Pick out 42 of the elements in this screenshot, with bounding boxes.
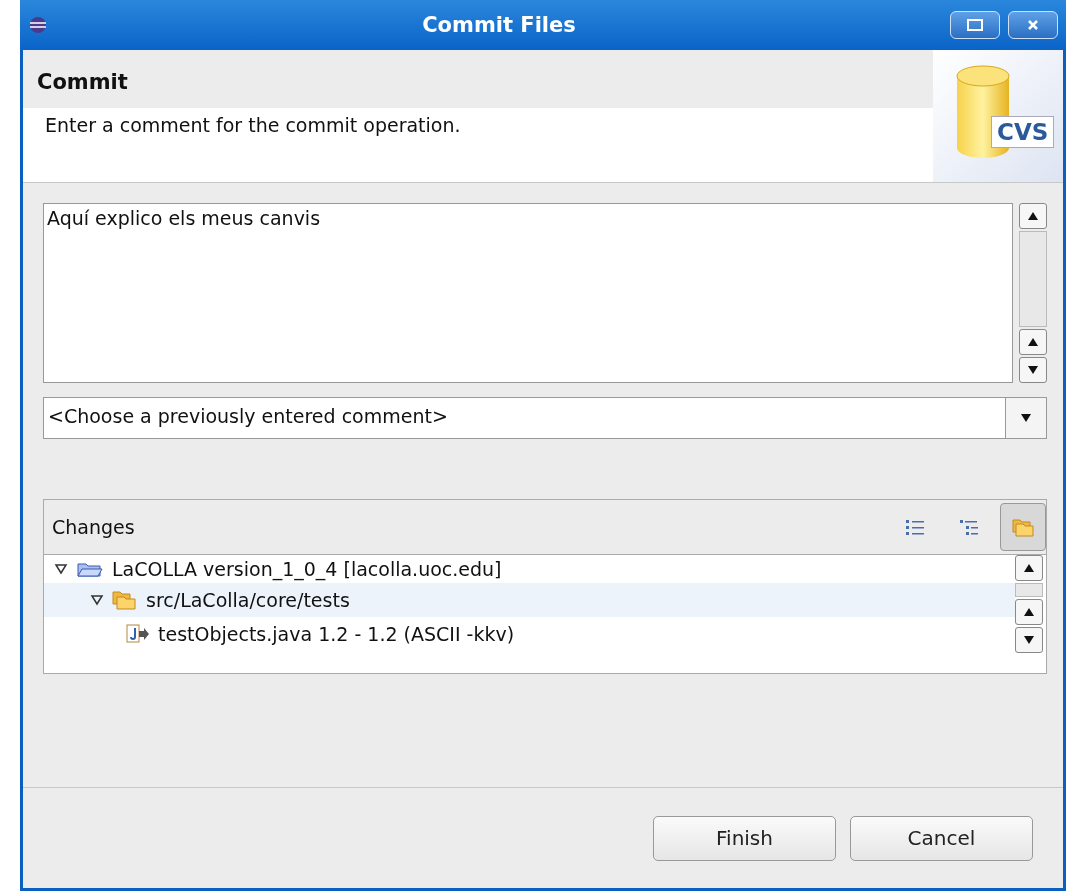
close-icon (1026, 19, 1040, 31)
scrollbar-thumb[interactable] (1015, 583, 1043, 597)
globe-icon (28, 15, 48, 35)
comment-field[interactable]: Aquí explico els meus canvis (43, 203, 1013, 383)
expander-icon[interactable] (54, 563, 68, 575)
finish-button[interactable]: Finish (653, 815, 836, 861)
scroll-up-button[interactable] (1015, 599, 1043, 625)
scroll-down-button[interactable] (1015, 627, 1043, 653)
scroll-up-button[interactable] (1019, 329, 1047, 355)
tree-row[interactable]: src/LaColla/core/tests (44, 583, 1015, 617)
down-triangle-icon (1024, 636, 1034, 644)
cancel-button[interactable]: Cancel (850, 815, 1033, 861)
logo-label: CVS (991, 116, 1055, 148)
section-title: Changes (52, 516, 136, 538)
up-triangle-icon (1024, 608, 1034, 616)
maximize-button[interactable] (950, 11, 1000, 39)
list-icon (905, 518, 925, 536)
tree-row[interactable]: testObjects.java 1.2 - 1.2 (ASCII -kkv) (44, 617, 1015, 651)
tree-label: LaCOLLA version_1_0_4 [lacolla.uoc.edu] (112, 558, 502, 580)
tree-list-icon (959, 518, 979, 536)
tree-row[interactable]: LaCOLLA version_1_0_4 [lacolla.uoc.edu] (44, 555, 1015, 583)
page-title: Commit (23, 50, 933, 108)
down-triangle-icon (1028, 366, 1038, 374)
scroll-up-button[interactable] (1015, 555, 1043, 581)
comment-dropdown[interactable]: <Choose a previously entered comment> (43, 397, 1047, 439)
up-triangle-icon (1028, 338, 1038, 346)
expander-icon[interactable] (90, 594, 104, 606)
folders-icon (1012, 517, 1034, 537)
java-file-icon (126, 623, 150, 645)
up-triangle-icon (1024, 564, 1034, 572)
scroll-up-button[interactable] (1019, 203, 1047, 229)
up-triangle-icon (1028, 212, 1038, 220)
scrollbar-track[interactable] (1019, 231, 1047, 327)
tree-label: src/LaColla/core/tests (146, 589, 350, 611)
page-description: Enter a comment for the commit operation. (44, 113, 462, 138)
folders-icon (112, 589, 138, 611)
maximize-icon (967, 19, 983, 31)
scroll-down-button[interactable] (1019, 357, 1047, 383)
close-button[interactable] (1008, 11, 1058, 39)
dropdown-arrow-icon (1021, 414, 1031, 422)
window-title: Commit Files (421, 13, 577, 37)
tree-label: testObjects.java 1.2 - 1.2 (ASCII -kkv) (158, 623, 515, 645)
